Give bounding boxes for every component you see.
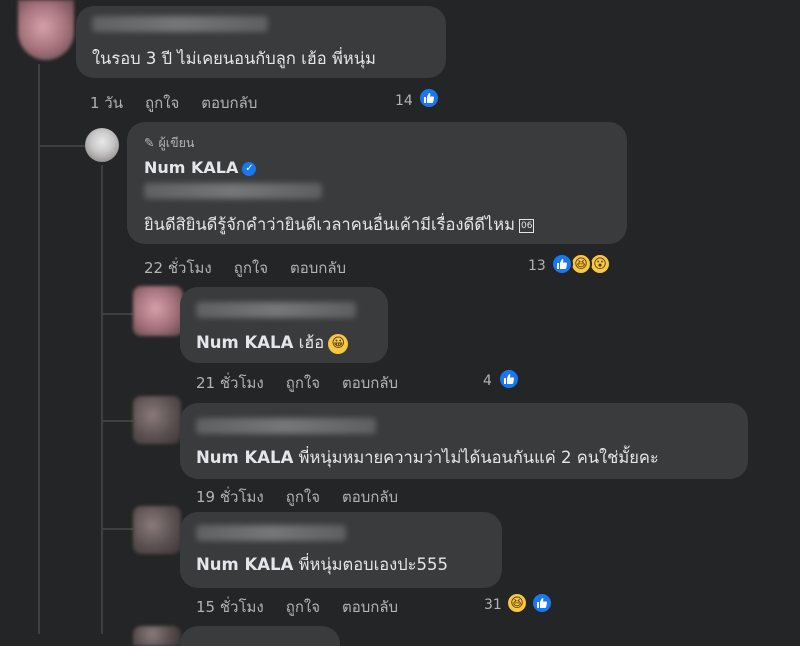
reply-link[interactable]: ตอบกลับ bbox=[342, 598, 398, 616]
author-avatar[interactable] bbox=[85, 128, 119, 162]
comment-text: ในรอบ 3 ปี ไม่เคยนอนกับลูก เฮ้อ พี่หนุ่ม bbox=[92, 49, 376, 68]
thread-connector-reply-3 bbox=[101, 528, 133, 530]
comment-text-body: พี่หนุ่มตอบเองปะ555 bbox=[293, 555, 449, 574]
commenter-name-blurred[interactable] bbox=[196, 302, 356, 318]
grinning-emoji-icon: 😀 bbox=[328, 333, 349, 354]
author-badge: ✎ ผู้เขียน bbox=[144, 133, 194, 153]
boxed-glyph-icon: 06 bbox=[518, 218, 535, 233]
comment-actions: 1 วัน ถูกใจ ตอบกลับ bbox=[90, 91, 279, 115]
reaction-count[interactable]: 31 bbox=[484, 597, 502, 613]
comment-actions: 19 ชั่วโมง ถูกใจ ตอบกลับ bbox=[196, 485, 420, 509]
quoted-name-blurred bbox=[144, 183, 322, 199]
commenter-name-blurred[interactable] bbox=[196, 525, 346, 541]
thread-line-replies bbox=[101, 165, 103, 634]
commenter-avatar[interactable] bbox=[133, 286, 183, 336]
author-name-label: Num KALA bbox=[144, 158, 239, 177]
comment-time[interactable]: 1 วัน bbox=[90, 94, 123, 112]
like-link[interactable]: ถูกใจ bbox=[234, 259, 268, 277]
comment-text-body: ยินดีสิยินดีรู้จักคำว่ายินดีเวลาคนอื่นเค… bbox=[144, 215, 515, 234]
reaction-count[interactable]: 14 bbox=[395, 93, 413, 109]
thread-connector-author bbox=[38, 145, 86, 147]
pencil-icon: ✎ bbox=[144, 135, 155, 150]
commenter-name-blurred[interactable] bbox=[92, 16, 268, 32]
comment-actions: 15 ชั่วโมง ถูกใจ ตอบกลับ bbox=[196, 595, 420, 619]
comment-text: ยินดีสิยินดีรู้จักคำว่ายินดีเวลาคนอื่นเค… bbox=[144, 212, 535, 238]
comment-text: Num KALA พี่หนุ่มหมายความว่าไม่ได้นอนกัน… bbox=[196, 445, 659, 471]
mention-tag[interactable]: Num KALA bbox=[196, 448, 293, 467]
thread-connector-reply-2 bbox=[101, 420, 133, 422]
like-thumb-icon[interactable] bbox=[418, 87, 440, 109]
reaction-count[interactable]: 4 bbox=[483, 373, 492, 389]
comment-time[interactable]: 19 ชั่วโมง bbox=[196, 488, 264, 506]
author-name[interactable]: Num KALA ✓ bbox=[144, 158, 257, 177]
reply-link[interactable]: ตอบกลับ bbox=[201, 94, 257, 112]
mention-tag[interactable]: Num KALA bbox=[196, 333, 293, 352]
like-link[interactable]: ถูกใจ bbox=[145, 94, 179, 112]
like-thumb-icon[interactable] bbox=[498, 368, 520, 390]
comment-time[interactable]: 15 ชั่วโมง bbox=[196, 598, 264, 616]
thread-line-main bbox=[38, 64, 40, 634]
reply-link[interactable]: ตอบกลับ bbox=[342, 374, 398, 392]
thread-connector-reply-1 bbox=[101, 313, 133, 315]
like-thumb-icon[interactable] bbox=[531, 592, 553, 614]
comment-actions: 21 ชั่วโมง ถูกใจ ตอบกลับ bbox=[196, 371, 420, 395]
commenter-avatar[interactable] bbox=[133, 626, 181, 646]
comment-bubble bbox=[180, 626, 340, 646]
comment-text: Num KALA เฮ้อ 😀 bbox=[196, 330, 349, 356]
commenter-avatar[interactable] bbox=[133, 396, 181, 444]
author-badge-label: ผู้เขียน bbox=[158, 135, 195, 150]
like-link[interactable]: ถูกใจ bbox=[286, 488, 320, 506]
wow-emoji-icon[interactable]: 😮 bbox=[589, 253, 611, 275]
verified-badge-icon: ✓ bbox=[242, 161, 257, 176]
mention-tag[interactable]: Num KALA bbox=[196, 555, 293, 574]
commenter-avatar[interactable] bbox=[133, 506, 181, 554]
comment-text-body: พี่หนุ่มหมายความว่าไม่ได้นอนกันแค่ 2 คนใ… bbox=[293, 448, 659, 467]
comment-text-body: เฮ้อ bbox=[293, 333, 325, 352]
reply-link[interactable]: ตอบกลับ bbox=[342, 488, 398, 506]
like-thumb-icon[interactable] bbox=[551, 253, 573, 275]
comment-actions: 22 ชั่วโมง ถูกใจ ตอบกลับ bbox=[144, 256, 368, 280]
like-link[interactable]: ถูกใจ bbox=[286, 374, 320, 392]
reply-link[interactable]: ตอบกลับ bbox=[290, 259, 346, 277]
commenter-name-blurred[interactable] bbox=[196, 418, 376, 434]
like-link[interactable]: ถูกใจ bbox=[286, 598, 320, 616]
haha-emoji-icon[interactable]: 😆 bbox=[570, 253, 592, 275]
commenter-avatar[interactable] bbox=[18, 0, 74, 60]
comment-time[interactable]: 22 ชั่วโมง bbox=[144, 259, 212, 277]
comment-text: Num KALA พี่หนุ่มตอบเองปะ555 bbox=[196, 552, 448, 578]
comment-time[interactable]: 21 ชั่วโมง bbox=[196, 374, 264, 392]
haha-emoji-icon[interactable]: 😆 bbox=[506, 592, 528, 614]
reaction-count[interactable]: 13 bbox=[528, 258, 546, 274]
